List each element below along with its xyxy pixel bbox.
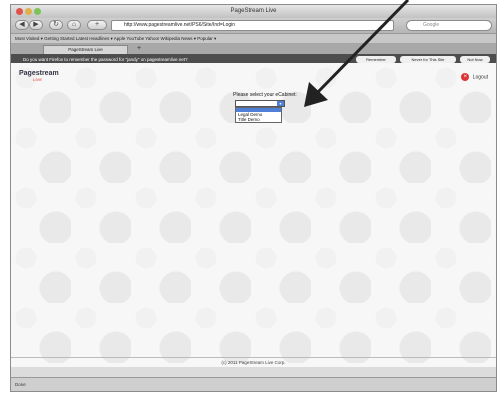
- home-button[interactable]: ⌂: [67, 20, 81, 30]
- tab-pagestream-live[interactable]: PageStream Live: [43, 45, 128, 54]
- ecabinet-dropdown: Legal Demo Title Demo: [235, 107, 282, 123]
- search-input[interactable]: Google: [406, 20, 492, 31]
- page-content: Pagestream LIVE × Logout Please select y…: [11, 63, 496, 367]
- status-text: Done: [15, 382, 26, 387]
- forward-button[interactable]: ▶: [29, 20, 43, 30]
- logout-icon: ×: [461, 73, 470, 81]
- ecabinet-prompt: Please select your eCabinet:: [233, 92, 297, 98]
- remember-label: Remember: [366, 57, 386, 62]
- reload-icon: ↻: [53, 21, 59, 28]
- reload-button[interactable]: ↻: [49, 20, 63, 30]
- logo-subtext: LIVE: [33, 77, 42, 82]
- forward-icon: ▶: [33, 21, 39, 28]
- back-icon: ◀: [19, 21, 25, 28]
- plus-icon: +: [94, 21, 100, 28]
- remember-button[interactable]: Remember: [356, 56, 396, 63]
- back-button[interactable]: ◀: [15, 20, 29, 30]
- dropdown-option-title-demo[interactable]: Title Demo: [236, 117, 281, 122]
- logout-link[interactable]: × Logout: [461, 73, 488, 81]
- not-now-label: Not Now: [467, 57, 483, 62]
- chevron-down-icon: ▾: [277, 101, 284, 106]
- add-bookmark-button[interactable]: +: [87, 20, 107, 30]
- tab-bar: PageStream Live +: [11, 44, 496, 54]
- tab-label: PageStream Live: [68, 47, 103, 52]
- url-bar[interactable]: http://www.pagestreamlive.net/PS6/Site/I…: [111, 20, 394, 31]
- bookmarks-text: Most Visited ▾ Getting Started Latest He…: [15, 36, 217, 41]
- never-label: Never for This Site: [411, 57, 445, 62]
- home-icon: ⌂: [71, 21, 77, 28]
- pagestream-logo: Pagestream LIVE: [19, 70, 59, 82]
- window-title: PageStream Live: [230, 8, 277, 14]
- notification-message: Do you want Firefox to remember the pass…: [23, 57, 188, 62]
- ecabinet-select[interactable]: ▾: [235, 100, 285, 107]
- title-bar: PageStream Live: [11, 5, 496, 18]
- not-now-button[interactable]: Not Now: [460, 56, 490, 63]
- bookmarks-bar[interactable]: Most Visited ▾ Getting Started Latest He…: [11, 34, 496, 44]
- logout-label: Logout: [472, 74, 488, 81]
- plus-icon: +: [136, 45, 142, 52]
- zoom-window-button[interactable]: [34, 8, 41, 15]
- close-window-button[interactable]: [16, 8, 23, 15]
- logo-text: Pagestream: [19, 70, 59, 77]
- navigation-toolbar: ◀ ▶ ↻ ⌂ + http://www.pagestreamlive.net/…: [11, 18, 496, 34]
- search-placeholder: Google: [423, 22, 440, 28]
- browser-window: PageStream Live ◀ ▶ ↻ ⌂ + http://www.pag…: [10, 4, 497, 392]
- never-for-this-site-button[interactable]: Never for This Site: [400, 56, 456, 63]
- page-footer: (c) 2011 PageStream Live Corp.: [11, 357, 496, 367]
- status-bar: Done: [11, 377, 496, 391]
- minimize-window-button[interactable]: [25, 8, 32, 15]
- url-text: http://www.pagestreamlive.net/PS6/Site/I…: [124, 22, 236, 28]
- new-tab-button[interactable]: +: [133, 45, 145, 54]
